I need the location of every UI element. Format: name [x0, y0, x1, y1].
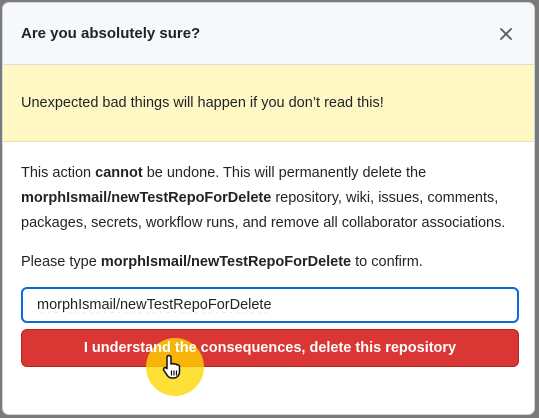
- description-text-start: This action: [21, 165, 96, 181]
- description-cannot: cannot: [95, 165, 143, 181]
- dialog-body: This action cannot be undone. This will …: [3, 142, 534, 396]
- hand-pointer-icon: [162, 354, 181, 379]
- description-text-middle: be undone. This will permanently delete …: [142, 165, 427, 181]
- description-paragraph: This action cannot be undone. This will …: [21, 161, 516, 236]
- confirm-text-end: to confirm.: [351, 254, 423, 270]
- delete-repo-dialog: Are you absolutely sure? Unexpected bad …: [2, 2, 535, 415]
- confirm-text-start: Please type: [21, 254, 101, 270]
- delete-button-label: I understand the consequences, delete th…: [83, 339, 457, 356]
- close-button[interactable]: [496, 24, 516, 44]
- repo-name-confirm-input[interactable]: [21, 287, 519, 323]
- delete-repository-button[interactable]: I understand the consequences, delete th…: [21, 329, 519, 396]
- warning-text: Unexpected bad things will happen if you…: [21, 95, 384, 111]
- confirm-repo-name: morphIsmail/newTestRepoForDelete: [100, 254, 352, 270]
- dialog-header: Are you absolutely sure?: [3, 3, 534, 65]
- description-repo-name: morphIsmail/newTestRepoForDelete: [21, 190, 272, 206]
- confirm-input-wrapper: [21, 287, 519, 323]
- close-icon: [500, 27, 512, 40]
- warning-banner: Unexpected bad things will happen if you…: [3, 65, 534, 142]
- dialog-title: Are you absolutely sure?: [21, 25, 201, 42]
- confirm-instruction: Please type morphIsmail/newTestRepoForDe…: [21, 250, 516, 275]
